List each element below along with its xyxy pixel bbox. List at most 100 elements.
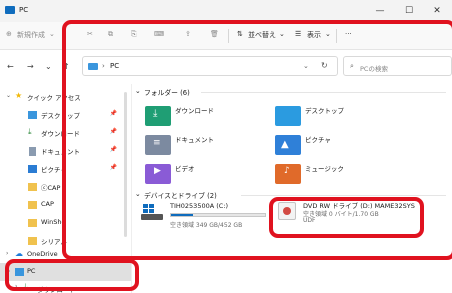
- pin-icon: 📌: [109, 110, 117, 117]
- windows-drive-icon: [143, 204, 155, 214]
- recent-dropdown-icon[interactable]: ⌄: [45, 62, 52, 71]
- pc-icon: [15, 268, 24, 276]
- pc-icon: [88, 63, 98, 70]
- breadcrumb-separator-icon: ›: [102, 62, 105, 70]
- command-bar: ⊕ 新規作成 ⌄ ✂ ⧉ ⎘ ⌨ ⇪ 🗑 ⇅ 並べ替え ⌄ ☰ 表示 ⌄ ···: [0, 22, 452, 50]
- group-divider: [201, 92, 446, 93]
- play-icon: ▶: [154, 166, 161, 176]
- sidebar-item-downloads[interactable]: ⤓ ダウンロード 📌: [0, 124, 131, 142]
- content-pane: ⌄ フォルダー (6) ⤓ ダウンロード デスクトップ ≡ ドキュメント ▲ ピ…: [133, 84, 452, 293]
- search-placeholder: PCの検索: [360, 65, 388, 73]
- sidebar-item-label: クイック アクセス: [27, 94, 81, 102]
- cut-icon[interactable]: ✂: [87, 30, 93, 38]
- new-button[interactable]: 新規作成: [17, 30, 45, 40]
- folder-icon: [28, 183, 37, 191]
- refresh-icon[interactable]: ↻: [321, 61, 328, 70]
- breadcrumb-pc[interactable]: PC: [110, 62, 119, 70]
- folders-group-header[interactable]: フォルダー (6): [144, 87, 190, 97]
- sidebar-item-label: OneDrive: [27, 250, 58, 258]
- download-folder-icon: [145, 106, 171, 126]
- pin-icon: 📌: [109, 146, 117, 153]
- copy-icon[interactable]: ⧉: [108, 30, 113, 39]
- folders-chevron-icon[interactable]: ⌄: [135, 87, 141, 95]
- group-divider: [241, 195, 446, 196]
- pc-app-icon: [5, 6, 15, 14]
- view-dropdown-icon[interactable]: ⌄: [325, 30, 331, 38]
- document-icon: [29, 147, 36, 156]
- sidebar-item-folder[interactable]: WinSho: [0, 214, 131, 232]
- sort-button[interactable]: 並べ替え: [248, 30, 276, 40]
- more-options-button[interactable]: ···: [345, 30, 352, 38]
- download-icon: ⤓: [24, 282, 28, 291]
- download-arrow-icon: ⤓: [153, 108, 158, 119]
- sidebar-item-downloads[interactable]: › ⤓ ダウンロード: [0, 280, 131, 293]
- address-dropdown-icon[interactable]: ⌄: [303, 62, 309, 70]
- folder-label: ピクチャ: [305, 136, 331, 144]
- sidebar-item-label: デスクトップ: [41, 112, 80, 120]
- search-icon: ⌕: [350, 62, 354, 70]
- minimize-button[interactable]: —: [367, 3, 393, 19]
- sidebar-item-label: ⓒCAP: [41, 184, 61, 192]
- search-input[interactable]: ⌕ PCの検索: [343, 56, 452, 76]
- sidebar-item-documents[interactable]: ドキュメント 📌: [0, 142, 131, 160]
- sidebar-item-label: CAP: [41, 200, 54, 208]
- star-icon: ★: [15, 91, 23, 100]
- forward-arrow-icon[interactable]: →: [27, 62, 34, 71]
- collapse-chevron-icon[interactable]: ›: [6, 250, 8, 257]
- pin-icon: 📌: [109, 164, 117, 171]
- sidebar-item-label: ピクチャ: [41, 166, 67, 174]
- paste-icon[interactable]: ⎘: [131, 30, 137, 39]
- close-button[interactable]: ✕: [424, 3, 450, 19]
- delete-icon[interactable]: 🗑: [210, 30, 219, 38]
- folder-label: デスクトップ: [305, 107, 344, 115]
- drive-usage-bar: [170, 213, 266, 217]
- expand-chevron-icon[interactable]: ⌄: [6, 267, 11, 274]
- folder-icon: [28, 201, 37, 209]
- sidebar-item-label: ダウンロード: [41, 130, 80, 138]
- dvd-drive-icon: [278, 202, 296, 220]
- sidebar-item-label: シリアル: [41, 238, 67, 246]
- view-button[interactable]: 表示: [307, 30, 321, 40]
- desktop-folder-icon: [275, 106, 301, 126]
- expand-chevron-icon[interactable]: ⌄: [6, 92, 11, 99]
- rename-icon[interactable]: ⌨: [154, 30, 164, 38]
- address-bar[interactable]: › PC ⌄ ↻: [82, 56, 338, 76]
- up-arrow-icon[interactable]: ↑: [63, 62, 70, 71]
- drives-chevron-icon[interactable]: ⌄: [135, 190, 141, 198]
- back-arrow-icon[interactable]: ←: [7, 62, 14, 71]
- new-plus-icon[interactable]: ⊕: [6, 30, 12, 38]
- title-bar: PC — ☐ ✕: [0, 0, 452, 22]
- drives-group-header[interactable]: デバイスとドライブ (2): [144, 190, 217, 200]
- toolbar-divider: [336, 29, 337, 43]
- maximize-button[interactable]: ☐: [396, 3, 422, 19]
- sidebar-item-label: WinSho: [41, 218, 66, 226]
- share-icon[interactable]: ⇪: [185, 30, 191, 38]
- toolbar-divider: [64, 29, 65, 43]
- view-icon[interactable]: ☰: [295, 30, 301, 38]
- navigation-pane: ⌄ ★ クイック アクセス デスクトップ 📌 ⤓ ダウンロード 📌 ドキュメント…: [0, 84, 132, 293]
- sidebar-item-pc[interactable]: ⌄ PC: [0, 263, 131, 281]
- folder-icon: [28, 219, 37, 227]
- pin-icon: 📌: [109, 128, 117, 135]
- drive-usage-fill: [171, 214, 193, 216]
- folder-label: ミュージック: [305, 165, 344, 173]
- folder-label: ビデオ: [175, 165, 195, 173]
- sidebar-item-label: ドキュメント: [41, 148, 80, 156]
- sidebar-item-pictures[interactable]: ピクチャ 📌: [0, 160, 131, 178]
- cloud-icon: ☁: [15, 249, 23, 258]
- desktop-icon: [28, 111, 37, 119]
- sidebar-item-quick-access[interactable]: ⌄ ★ クイック アクセス: [0, 88, 131, 106]
- sort-icon[interactable]: ⇅: [237, 30, 243, 38]
- sidebar-item-onedrive[interactable]: › ☁ OneDrive: [0, 246, 131, 264]
- sidebar-item-folder[interactable]: CAP: [0, 196, 131, 214]
- drive-name: TIH0253500A (C:): [170, 202, 229, 210]
- toolbar-divider: [228, 29, 229, 43]
- sort-dropdown-icon[interactable]: ⌄: [279, 30, 285, 38]
- sidebar-scrollbar[interactable]: [124, 92, 127, 237]
- sidebar-item-desktop[interactable]: デスクトップ 📌: [0, 106, 131, 124]
- new-dropdown-icon[interactable]: ⌄: [49, 30, 55, 38]
- folder-label: ドキュメント: [175, 136, 214, 144]
- document-lines-icon: ≡: [153, 138, 161, 148]
- sidebar-item-folder[interactable]: ⓒCAP: [0, 178, 131, 196]
- collapse-chevron-icon[interactable]: ›: [15, 283, 17, 290]
